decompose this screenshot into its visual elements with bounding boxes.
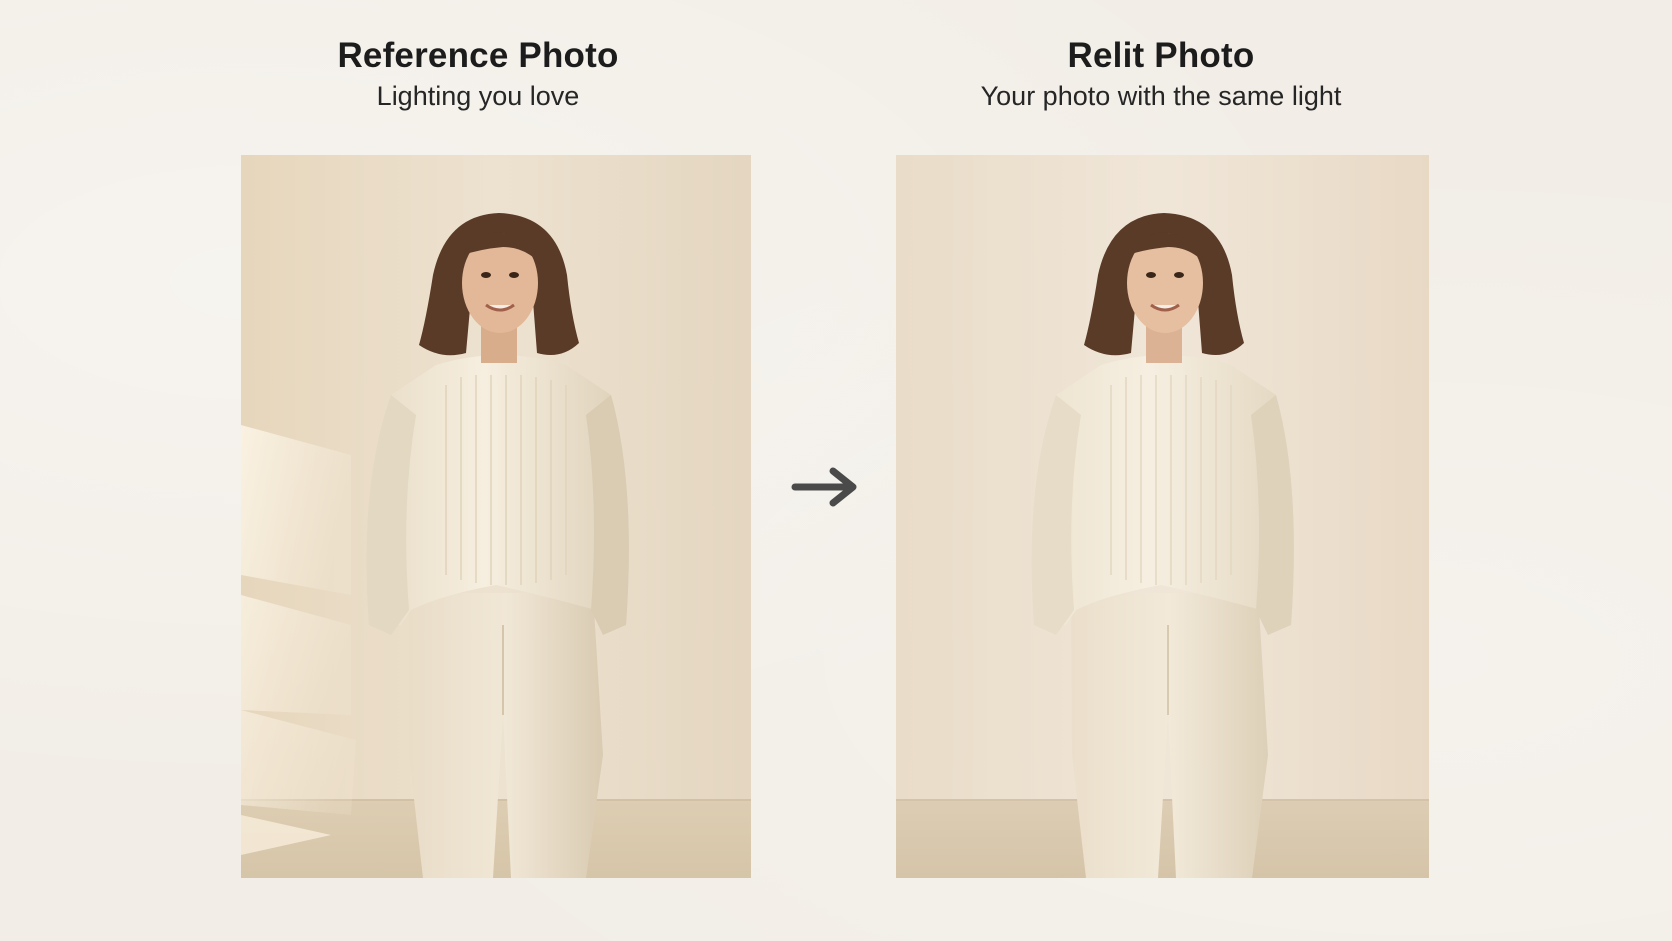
reference-subtitle: Lighting you love <box>376 81 580 111</box>
relit-title: Relit Photo <box>1067 36 1255 75</box>
arrow-right-icon <box>791 467 857 507</box>
reference-heading: Reference Photo Lighting you love <box>266 34 690 114</box>
relit-heading: Relit Photo Your photo with the same lig… <box>920 34 1402 114</box>
relit-subtitle: Your photo with the same light <box>980 81 1342 111</box>
relit-photo <box>896 155 1429 878</box>
page: Reference Photo Lighting you love Relit … <box>0 0 1672 941</box>
reference-photo <box>241 155 751 878</box>
reference-title: Reference Photo <box>337 36 619 75</box>
